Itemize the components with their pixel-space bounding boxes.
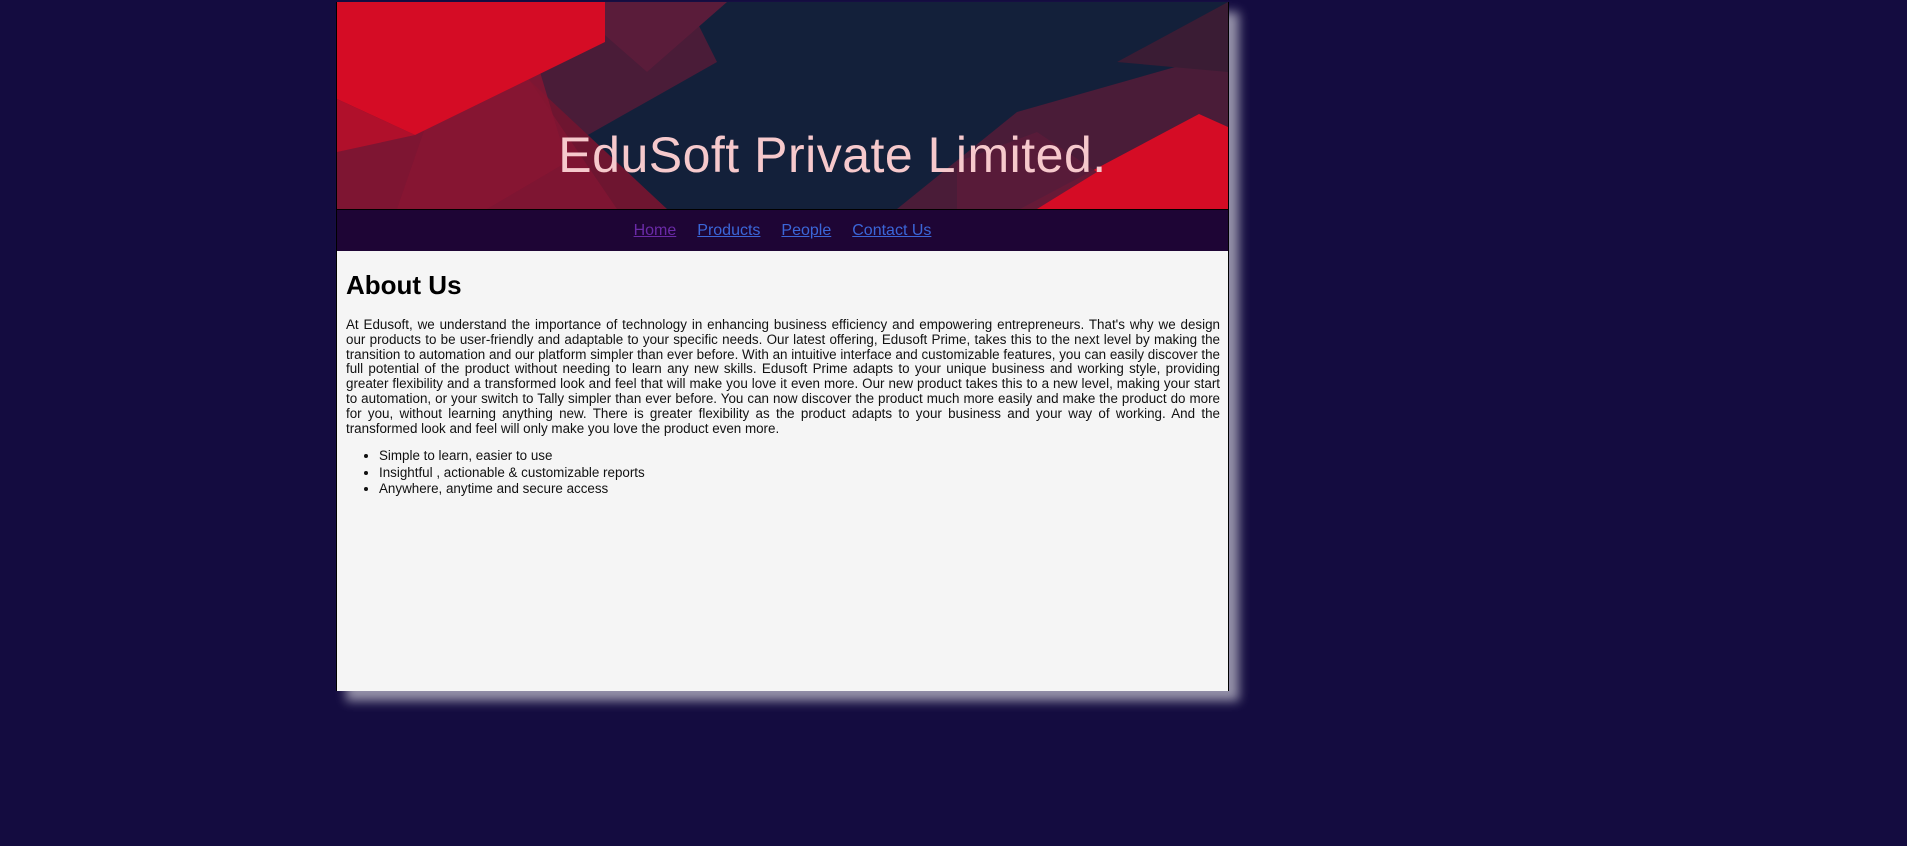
feature-item: Insightful , actionable & customizable r… [379,465,1220,482]
nav-link-people[interactable]: People [781,222,831,240]
nav-link-contact-us[interactable]: Contact Us [852,222,931,240]
main-nav: Home Products People Contact Us [337,209,1228,251]
main-content: About Us At Edusoft, we understand the i… [337,270,1228,498]
header-banner: EduSoft Private Limited. [337,2,1228,209]
page-heading: About Us [346,270,462,300]
site-title: EduSoft Private Limited. [558,127,1107,183]
about-paragraph: At Edusoft, we understand the importance… [346,317,1220,436]
nav-link-products[interactable]: Products [697,222,760,240]
feature-list: Simple to learn, easier to use Insightfu… [346,448,1220,498]
feature-item: Anywhere, anytime and secure access [379,481,1220,498]
feature-item: Simple to learn, easier to use [379,448,1220,465]
page-container: EduSoft Private Limited. Home Products P… [336,2,1229,691]
nav-link-home[interactable]: Home [634,222,677,240]
